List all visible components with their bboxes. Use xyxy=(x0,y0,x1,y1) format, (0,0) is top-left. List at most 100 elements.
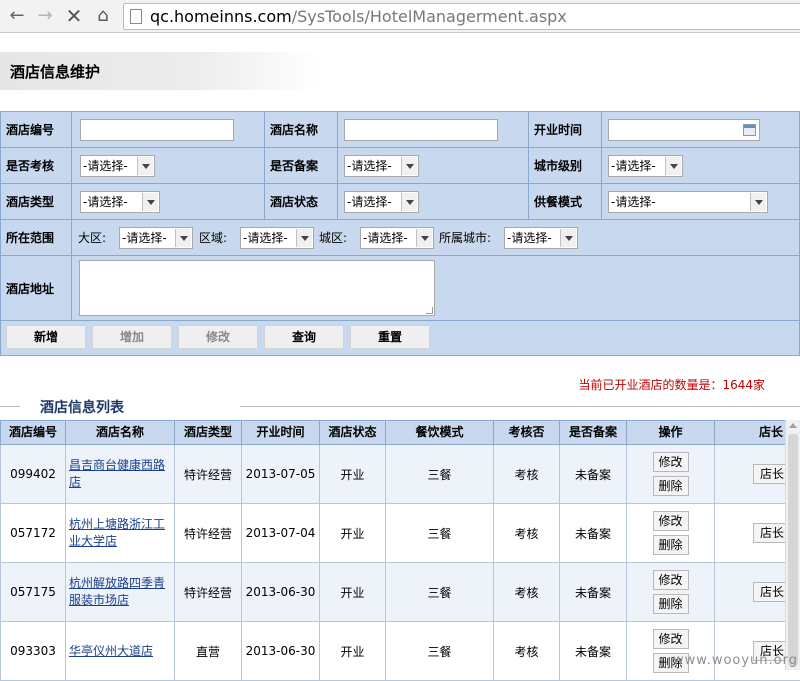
region-select[interactable]: -请选择- xyxy=(119,227,193,249)
is-audit-select[interactable]: -请选择- xyxy=(80,155,155,177)
scroll-thumb[interactable] xyxy=(788,434,798,666)
reset-button[interactable]: 重置 xyxy=(350,325,430,349)
chevron-down-icon xyxy=(750,193,766,211)
cell-meal: 三餐 xyxy=(386,445,494,503)
district-select[interactable]: -请选择- xyxy=(360,227,434,249)
forward-arrow-icon[interactable]: → xyxy=(34,5,56,27)
edit-row-button[interactable]: 修改 xyxy=(653,570,689,590)
hotel-status-label: 酒店状态 xyxy=(265,184,337,219)
edit-row-button[interactable]: 修改 xyxy=(653,629,689,649)
column-header: 考核否 xyxy=(494,421,560,444)
new-button[interactable]: 新增 xyxy=(6,325,86,349)
hotel-code-input[interactable] xyxy=(80,119,234,141)
cell-status: 开业 xyxy=(320,622,386,680)
hotel-name-link[interactable]: 华亭仪州大道店 xyxy=(69,643,153,660)
divider xyxy=(0,406,20,407)
region-value: -请选择- xyxy=(122,231,167,245)
manager-button[interactable]: 店长 xyxy=(753,464,786,484)
back-arrow-icon[interactable]: ← xyxy=(6,5,28,27)
address-textarea[interactable] xyxy=(79,260,435,316)
open-time-label: 开业时间 xyxy=(529,112,601,147)
cell-name: 华亭仪州大道店 xyxy=(66,622,175,680)
hotel-status-select[interactable]: -请选择- xyxy=(344,191,419,213)
area-label: 区域: xyxy=(199,227,227,249)
edit-row-button[interactable]: 修改 xyxy=(653,452,689,472)
cell-manager: 店长 xyxy=(715,563,786,621)
manager-button[interactable]: 店长 xyxy=(753,523,786,543)
cell-type: 特许经营 xyxy=(175,504,242,562)
calendar-icon[interactable] xyxy=(743,124,756,136)
table-row: 057175杭州解放路四季青服装市场店特许经营2013-06-30开业三餐考核未… xyxy=(0,563,800,622)
delete-row-button[interactable]: 删除 xyxy=(653,476,689,496)
vertical-scrollbar[interactable] xyxy=(785,420,800,670)
cell-meal: 三餐 xyxy=(386,622,494,680)
manager-button[interactable]: 店长 xyxy=(753,582,786,602)
cell-code: 099402 xyxy=(1,445,66,503)
hotel-name-link[interactable]: 杭州解放路四季青服装市场店 xyxy=(69,575,174,609)
url-host: qc.homeinns.com xyxy=(150,7,292,26)
chevron-down-icon xyxy=(142,193,158,211)
is-filed-select[interactable]: -请选择- xyxy=(344,155,419,177)
column-header: 操作 xyxy=(627,421,715,444)
scroll-up-arrow-icon[interactable] xyxy=(789,423,797,428)
edit-row-button[interactable]: 修改 xyxy=(653,511,689,531)
chevron-down-icon xyxy=(137,157,153,175)
hotel-type-select[interactable]: -请选择- xyxy=(80,191,160,213)
cell-filed: 未备案 xyxy=(560,445,627,503)
cell-name: 昌吉商台健康西路店 xyxy=(66,445,175,503)
meal-mode-value: -请选择- xyxy=(611,195,656,209)
cell-open-date: 2013-06-30 xyxy=(242,563,320,621)
meal-mode-select[interactable]: -请选择- xyxy=(608,191,768,213)
address-label: 酒店地址 xyxy=(1,256,71,320)
column-header: 是否备案 xyxy=(560,421,627,444)
home-icon[interactable]: ⌂ xyxy=(92,5,114,27)
area-select[interactable]: -请选择- xyxy=(240,227,314,249)
district-value: -请选择- xyxy=(363,231,408,245)
browser-toolbar: ← → ✕ ⌂ qc.homeinns.com/SysTools/HotelMa… xyxy=(0,0,800,33)
address-bar[interactable]: qc.homeinns.com/SysTools/HotelManagermen… xyxy=(123,3,800,30)
query-button[interactable]: 查询 xyxy=(264,325,344,349)
edit-button[interactable]: 修改 xyxy=(178,325,258,349)
hotel-name-input[interactable] xyxy=(344,119,498,141)
cell-audit: 考核 xyxy=(494,504,560,562)
cell-type: 直营 xyxy=(175,622,242,680)
cell-meal: 三餐 xyxy=(386,504,494,562)
hotel-name-link[interactable]: 杭州上塘路浙江工业大学店 xyxy=(69,516,174,550)
form-row-3: 酒店类型 -请选择- 酒店状态 -请选择- 供餐模式 -请选择- xyxy=(1,184,800,220)
delete-row-button[interactable]: 删除 xyxy=(653,594,689,614)
hotel-name-link[interactable]: 昌吉商台健康西路店 xyxy=(69,457,174,491)
chevron-down-icon xyxy=(401,193,417,211)
cell-manager: 店长 xyxy=(715,504,786,562)
form-row-5: 酒店地址 xyxy=(1,256,800,321)
cell-audit: 考核 xyxy=(494,622,560,680)
cell-open-date: 2013-06-30 xyxy=(242,622,320,680)
column-header: 酒店状态 xyxy=(320,421,386,444)
page-icon xyxy=(130,9,142,24)
url-text: qc.homeinns.com/SysTools/HotelManagermen… xyxy=(150,7,567,26)
table-header: 酒店编号 酒店名称 酒店类型 开业时间 酒店状态 餐饮模式 考核否 是否备案 操… xyxy=(0,420,800,445)
cell-code: 093303 xyxy=(1,622,66,680)
city-label: 所属城市: xyxy=(439,227,491,249)
open-time-input[interactable] xyxy=(608,119,760,141)
cell-filed: 未备案 xyxy=(560,504,627,562)
cell-type: 特许经营 xyxy=(175,563,242,621)
cell-operations: 修改删除 xyxy=(627,504,715,562)
city-level-label: 城市级别 xyxy=(529,148,601,183)
delete-row-button[interactable]: 删除 xyxy=(653,535,689,555)
cell-status: 开业 xyxy=(320,563,386,621)
cell-code: 057172 xyxy=(1,504,66,562)
chevron-down-icon xyxy=(401,157,417,175)
resize-grip-icon[interactable] xyxy=(426,307,433,314)
city-level-select[interactable]: -请选择- xyxy=(608,155,683,177)
url-path: /SysTools/HotelManagerment.aspx xyxy=(292,7,567,26)
add-button[interactable]: 增加 xyxy=(92,325,172,349)
is-audit-label: 是否考核 xyxy=(1,148,71,183)
city-level-value: -请选择- xyxy=(611,159,656,173)
hotel-name-label: 酒店名称 xyxy=(265,112,337,147)
cell-audit: 考核 xyxy=(494,445,560,503)
chevron-down-icon xyxy=(416,229,432,247)
stop-icon[interactable]: ✕ xyxy=(63,5,85,27)
cell-audit: 考核 xyxy=(494,563,560,621)
column-header: 酒店名称 xyxy=(66,421,175,444)
city-select[interactable]: -请选择- xyxy=(504,227,578,249)
